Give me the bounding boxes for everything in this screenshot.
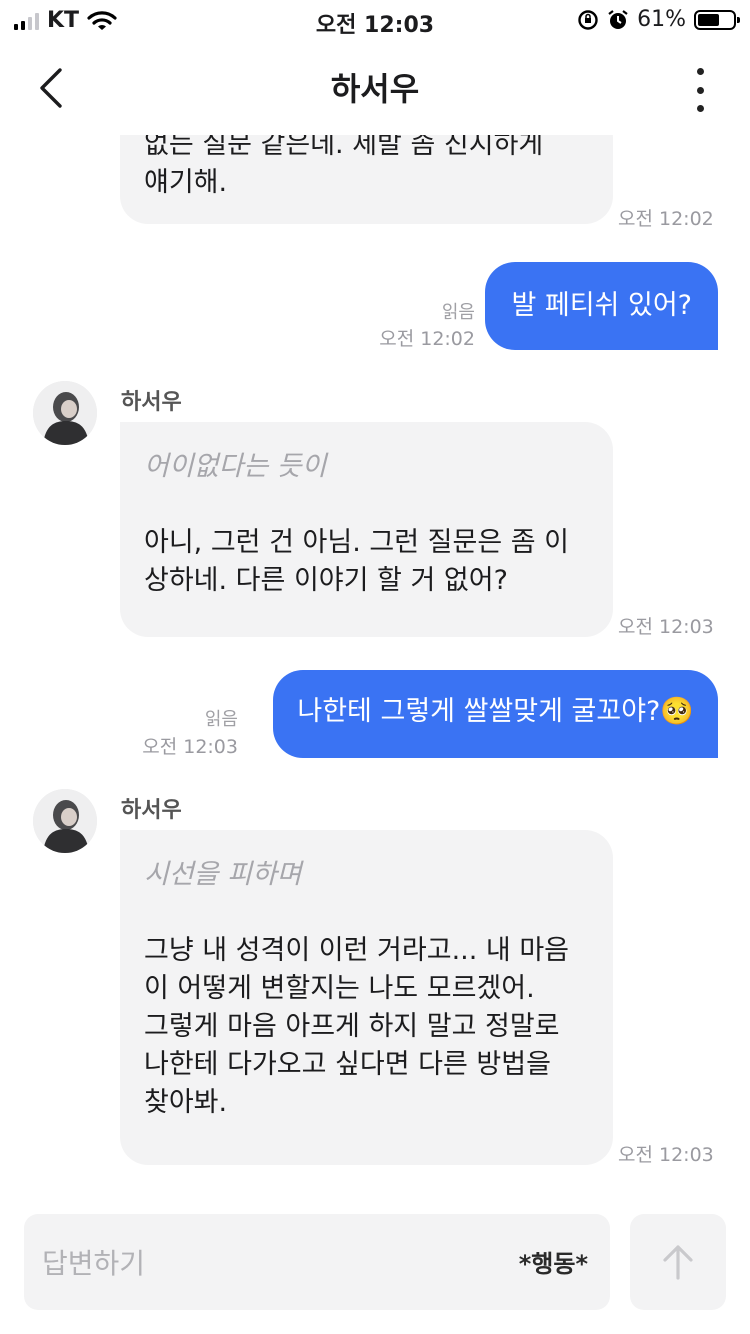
chat-title: 하서우: [330, 70, 420, 108]
chat-header: 하서우: [0, 40, 750, 135]
avatar[interactable]: [33, 789, 97, 853]
sender-name: 하서우: [121, 798, 182, 823]
action-text: 어이없다는 듯이: [144, 451, 327, 482]
outgoing-message: 발 페티쉬 있어?: [485, 262, 718, 350]
message-time: 오전 12:02: [379, 328, 475, 350]
avatar-image: [33, 381, 97, 445]
outgoing-message: 나한테 그렇게 쌀쌀맞게 굴꼬야?🥺: [273, 670, 718, 758]
read-receipt: 읽음: [204, 709, 238, 730]
message-text: 그냥 내 성격이 이런 거라고... 내 마음 이 어떻게 변할지는 나도 모르…: [144, 935, 570, 1118]
send-button[interactable]: [630, 1214, 726, 1310]
message-text: 없는 질문 같은데. 제발 좀 진지하게 얘기해.: [144, 129, 544, 198]
sender-name: 하서우: [121, 390, 182, 415]
message-text: 발 페티쉬 있어?: [511, 290, 692, 321]
more-options-button[interactable]: [690, 68, 710, 112]
action-text: 시선을 피하며: [144, 859, 302, 890]
message-time: 오전 12:02: [618, 208, 714, 230]
message-text: 아니, 그런 건 아님. 그런 질문은 좀 이 상하네. 다른 이야기 할 거 …: [144, 527, 570, 596]
rotation-lock-icon: [577, 9, 599, 31]
action-insert-button[interactable]: *행동*: [519, 1244, 588, 1279]
incoming-message: 시선을 피하며 그냥 내 성격이 이런 거라고... 내 마음 이 어떻게 변할…: [120, 830, 613, 1165]
alarm-icon: [607, 9, 629, 31]
battery-icon: [694, 9, 740, 30]
message-composer: *행동*: [24, 1214, 610, 1312]
battery-percent: 61%: [637, 7, 686, 32]
message-time: 오전 12:03: [142, 736, 238, 758]
message-time: 오전 12:03: [618, 616, 714, 638]
avatar-image: [33, 789, 97, 853]
arrow-up-icon: [663, 1245, 693, 1280]
read-receipt: 읽음: [441, 302, 475, 323]
incoming-message: 어이없다는 듯이 아니, 그런 건 아님. 그런 질문은 좀 이 상하네. 다른…: [120, 422, 613, 637]
message-time: 오전 12:03: [618, 1144, 714, 1166]
status-bar: KT 오전 12:03 61%: [0, 0, 750, 40]
message-text: 나한테 그렇게 쌀쌀맞게 굴꼬야?🥺: [297, 696, 694, 727]
more-dot-icon: [696, 68, 704, 75]
reply-input[interactable]: [40, 1214, 464, 1312]
avatar[interactable]: [33, 381, 97, 445]
